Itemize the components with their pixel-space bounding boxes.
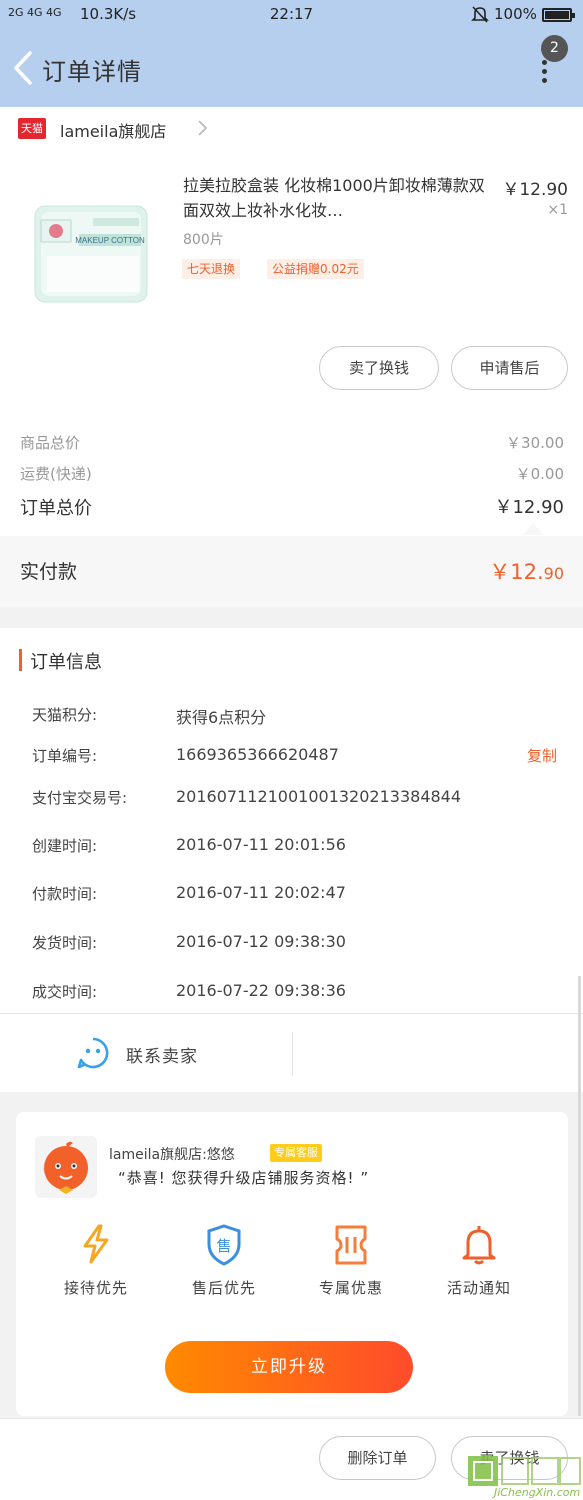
goods-total-value: ￥30.00 [506,434,564,452]
after-sale-button[interactable]: 申请售后 [451,346,568,390]
chat-face-icon [77,1037,109,1069]
goods-total-label: 商品总价 [20,434,81,452]
product-price: ￥12.90 [502,180,568,200]
app-header: 2G 4G 4G 10.3K/s 22:17 100% 订单详情 2 [0,0,583,107]
upgrade-now-button[interactable]: 立即升级 [165,1341,413,1393]
info-value: 1669365366620487 [176,745,339,764]
message-count-badge[interactable]: 2 [541,35,568,62]
order-total-label: 订单总价 [20,498,92,519]
shipping-label: 运费(快递) [20,465,92,483]
info-row-created: 创建时间: 2016-07-11 20:01:56 [0,835,583,859]
paid-value-main: ￥12. [489,560,544,584]
section-accent-bar [19,649,22,671]
store-name: lameila旗舰店 [60,122,167,141]
order-item-card: 天猫 lameila旗舰店 MAKEUP COTTON 拉美拉胶盒装 化妆棉10… [0,107,583,607]
paid-amount-box: 实付款 ￥12.90 [0,536,583,607]
product-sku: 800片 [183,232,224,248]
shipping-value: ￥0.00 [515,465,564,483]
info-label: 发货时间: [32,934,98,952]
bell-icon [419,1224,539,1266]
svg-text:售: 售 [216,1237,231,1255]
avatar [35,1136,97,1198]
scrollbar[interactable] [578,976,581,1416]
perk-exclusive-discount[interactable]: 专属优惠 [291,1224,411,1304]
product-image[interactable]: MAKEUP COTTON [27,196,155,314]
paid-label: 实付款 [20,561,78,583]
mute-bell-icon [470,4,490,28]
perk-label: 专属优惠 [318,1279,383,1297]
sell-button[interactable]: 卖了换钱 [319,346,439,390]
info-label: 支付宝交易号: [32,789,128,807]
info-value: 获得6点积分 [176,708,267,727]
paid-value: ￥12.90 [489,556,564,586]
info-row-completed: 成交时间: 2016-07-22 09:38:36 [0,981,583,1005]
product-quantity: ×1 [547,202,568,218]
upgrade-message: “恭喜! 您获得升级店铺服务资格! ” [118,1169,370,1187]
perk-label: 活动通知 [446,1279,511,1297]
contact-seller-label: 联系卖家 [126,1047,198,1067]
info-value: 2016071121001001320213384844 [176,787,462,806]
chevron-right-icon [195,119,209,137]
store-row[interactable]: 天猫 lameila旗舰店 [0,107,583,149]
more-menu-icon[interactable] [536,60,552,86]
back-button[interactable] [10,50,40,86]
info-label: 付款时间: [32,885,98,903]
info-row-alipay: 支付宝交易号: 2016071121001001320213384844 [0,787,583,811]
caret-up-icon [523,523,543,535]
info-value: 2016-07-12 09:38:30 [176,932,346,951]
info-label: 成交时间: [32,983,98,1001]
charity-tag: 公益捐赠0.02元 [267,259,364,279]
exclusive-service-badge: 专属客服 [270,1144,322,1162]
info-value: 2016-07-22 09:38:36 [176,981,346,1000]
info-row-order-number: 订单编号: 1669365366620487 复制 [0,745,583,769]
return-tag: 七天退换 [182,259,241,279]
battery-percent: 100% [494,5,537,23]
product-title[interactable]: 拉美拉胶盒装 化妆棉1000片卸妆棉薄款双面双效上妆补水化妆… [183,173,485,223]
info-value: 2016-07-11 20:01:56 [176,835,346,854]
perk-event-notice[interactable]: 活动通知 [419,1224,539,1304]
info-value: 2016-07-11 20:02:47 [176,883,346,902]
delete-order-button[interactable]: 删除订单 [319,1436,436,1480]
copy-button[interactable]: 复制 [527,745,557,766]
info-label: 天猫积分: [32,706,98,724]
status-bar: 2G 4G 4G 10.3K/s 22:17 100% [0,0,583,30]
order-info-title: 订单信息 [30,652,102,673]
contact-seller-button[interactable]: 联系卖家 [0,1014,292,1092]
coupon-icon [291,1224,411,1266]
battery-icon [542,8,575,22]
shield-sale-icon: 售 [164,1224,284,1266]
info-row-shipped: 发货时间: 2016-07-12 09:38:30 [0,932,583,956]
perk-priority-reception[interactable]: 接待优先 [36,1224,156,1304]
service-upgrade-card: lameila旗舰店:悠悠 专属客服 “恭喜! 您获得升级店铺服务资格! ” 接… [16,1112,568,1416]
paid-value-cents: 90 [543,564,564,583]
info-label: 创建时间: [32,837,98,855]
perk-label: 接待优先 [63,1279,128,1297]
info-label: 订单编号: [32,747,98,765]
lightning-icon [36,1224,156,1264]
tmall-badge: 天猫 [18,118,46,139]
watermark-text: JiChengXin.com [494,1486,581,1499]
perk-priority-aftersale[interactable]: 售 售后优先 [164,1224,284,1304]
info-row-points: 天猫积分: 获得6点积分 [0,704,583,728]
vertical-divider [292,1032,293,1076]
page-title: 订单详情 [42,58,142,86]
info-row-paid: 付款时间: 2016-07-11 20:02:47 [0,883,583,907]
perk-label: 售后优先 [191,1279,256,1297]
csr-name: lameila旗舰店:悠悠 [109,1147,235,1163]
order-total-value: ￥12.90 [494,497,564,518]
svg-text:MAKEUP COTTON: MAKEUP COTTON [75,236,145,245]
order-info-card: 订单信息 天猫积分: 获得6点积分 订单编号: 1669365366620487… [0,628,583,1092]
